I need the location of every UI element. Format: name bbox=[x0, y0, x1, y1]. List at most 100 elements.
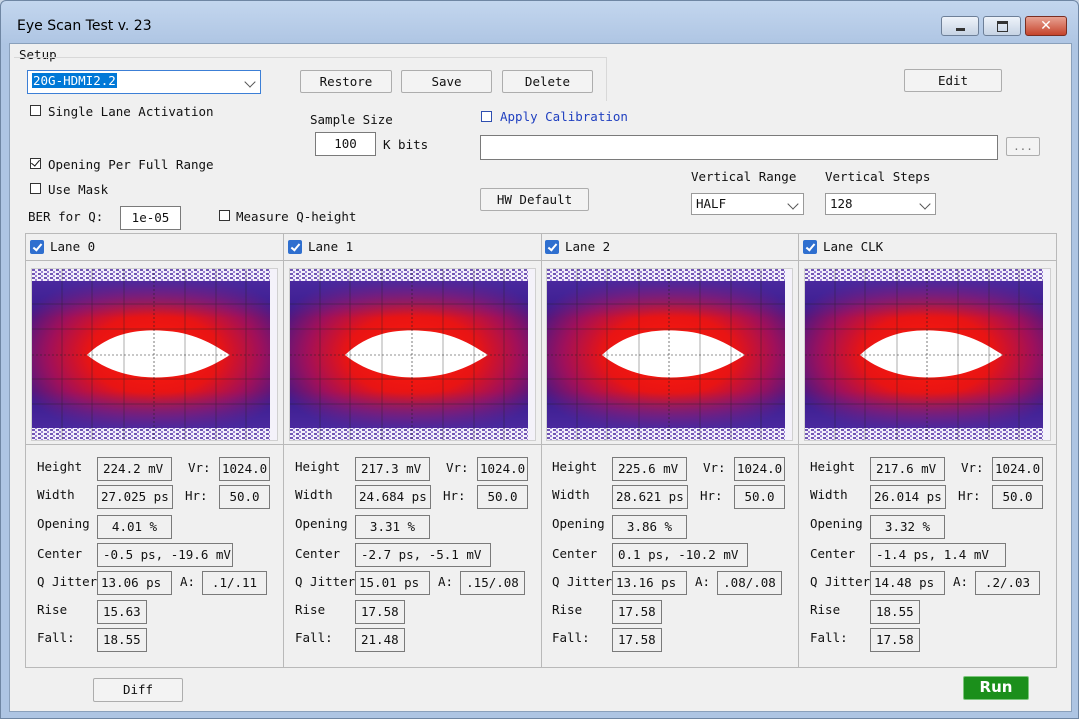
lane-stats: Height 224.2 mV Vr: 1024.0 Width 27.025 … bbox=[26, 444, 283, 668]
lane-name: Lane 0 bbox=[50, 239, 96, 254]
eye-diagram bbox=[289, 268, 536, 441]
setup-divider-v bbox=[606, 57, 607, 101]
diff-button[interactable]: Diff bbox=[93, 678, 183, 702]
a-label: A: bbox=[438, 574, 454, 589]
ber-field[interactable]: 1e-05 bbox=[120, 206, 181, 230]
eye-diagram-plot bbox=[805, 269, 1050, 440]
maximize-icon bbox=[996, 20, 1008, 32]
vr-value: 1024.0 bbox=[219, 457, 270, 481]
chevron-down-icon bbox=[787, 198, 799, 210]
minimize-button[interactable] bbox=[941, 16, 979, 36]
use-mask-checkbox[interactable] bbox=[30, 183, 41, 194]
vr-value: 1024.0 bbox=[734, 457, 785, 481]
sample-size-field[interactable]: 100 bbox=[315, 132, 376, 156]
measure-q-checkbox[interactable] bbox=[219, 210, 230, 221]
lane-stats: Height 217.6 mV Vr: 1024.0 Width 26.014 … bbox=[799, 444, 1057, 668]
width-value: 24.684 ps bbox=[355, 485, 431, 509]
qjitter-value: 15.01 ps bbox=[355, 571, 430, 595]
setup-group-label: Setup bbox=[19, 47, 57, 62]
vr-label: Vr: bbox=[188, 460, 211, 475]
vr-label: Vr: bbox=[446, 460, 469, 475]
center-label: Center bbox=[37, 546, 83, 561]
profile-select[interactable]: 20G-HDMI2.2 bbox=[27, 70, 261, 94]
hr-value: 50.0 bbox=[219, 485, 270, 509]
hr-value: 50.0 bbox=[477, 485, 528, 509]
maximize-button[interactable] bbox=[983, 16, 1021, 36]
center-label: Center bbox=[810, 546, 856, 561]
use-mask-label: Use Mask bbox=[48, 182, 109, 197]
opening-value: 4.01 % bbox=[97, 515, 172, 539]
restore-button[interactable]: Restore bbox=[300, 70, 392, 93]
run-button[interactable]: Run bbox=[963, 676, 1029, 700]
apply-calibration-checkbox[interactable] bbox=[481, 111, 492, 122]
qjitter-label: Q Jitter bbox=[810, 574, 871, 589]
center-label: Center bbox=[295, 546, 341, 561]
lane-checkbox[interactable] bbox=[30, 240, 44, 254]
opening-value: 3.32 % bbox=[870, 515, 945, 539]
lane-name: Lane 2 bbox=[565, 239, 611, 254]
a-label: A: bbox=[953, 574, 969, 589]
setup-divider bbox=[14, 57, 606, 58]
center-label: Center bbox=[552, 546, 598, 561]
lane-stats: Height 217.3 mV Vr: 1024.0 Width 24.684 … bbox=[284, 444, 541, 668]
rise-label: Rise bbox=[810, 602, 841, 617]
check-icon bbox=[805, 241, 816, 252]
lane-checkbox[interactable] bbox=[803, 240, 817, 254]
apply-calibration-label: Apply Calibration bbox=[500, 109, 628, 124]
height-value: 224.2 mV bbox=[97, 457, 172, 481]
close-button[interactable]: ✕ bbox=[1025, 16, 1067, 36]
rise-label: Rise bbox=[37, 602, 68, 617]
profile-value: 20G-HDMI2.2 bbox=[32, 73, 117, 88]
delete-button[interactable]: Delete bbox=[502, 70, 593, 93]
height-value: 217.3 mV bbox=[355, 457, 430, 481]
opening-label: Opening bbox=[552, 516, 605, 531]
eye-diagram bbox=[804, 268, 1051, 441]
lane-name: Lane CLK bbox=[823, 239, 884, 254]
height-label: Height bbox=[810, 459, 856, 474]
lane-panel: Lane CLK Height 217.6 mV Vr: 1024.0 Widt… bbox=[799, 234, 1057, 667]
qjitter-value: 14.48 ps bbox=[870, 571, 945, 595]
a-value: .08/.08 bbox=[717, 571, 782, 595]
opening-value: 3.86 % bbox=[612, 515, 687, 539]
height-label: Height bbox=[295, 459, 341, 474]
browse-button[interactable]: ... bbox=[1006, 137, 1040, 156]
a-value: .15/.08 bbox=[460, 571, 525, 595]
hr-value: 50.0 bbox=[734, 485, 785, 509]
height-label: Height bbox=[37, 459, 83, 474]
a-value: .2/.03 bbox=[975, 571, 1040, 595]
width-value: 27.025 ps bbox=[97, 485, 173, 509]
center-value: -2.7 ps, -5.1 mV bbox=[355, 543, 491, 567]
eye-diagram-plot bbox=[547, 269, 792, 440]
edit-button[interactable]: Edit bbox=[904, 69, 1002, 92]
opening-label: Opening bbox=[37, 516, 90, 531]
qjitter-value: 13.16 ps bbox=[612, 571, 687, 595]
fall-label: Fall: bbox=[552, 630, 590, 645]
width-label: Width bbox=[552, 487, 590, 502]
rise-value: 17.58 bbox=[612, 600, 662, 624]
ber-label: BER for Q: bbox=[28, 209, 104, 224]
lane-checkbox[interactable] bbox=[288, 240, 302, 254]
opening-full-range-checkbox[interactable] bbox=[30, 157, 41, 169]
width-label: Width bbox=[37, 487, 75, 502]
hw-default-button[interactable]: HW Default bbox=[480, 188, 589, 211]
sample-unit-label: K bits bbox=[383, 137, 429, 152]
measure-q-label: Measure Q-height bbox=[236, 209, 357, 224]
chevron-down-icon bbox=[244, 76, 256, 88]
chevron-down-icon bbox=[919, 198, 931, 210]
vertical-range-select[interactable]: HALF bbox=[691, 193, 804, 215]
fall-value: 17.58 bbox=[870, 628, 920, 652]
single-lane-checkbox[interactable] bbox=[30, 105, 41, 116]
rise-label: Rise bbox=[552, 602, 583, 617]
window-title: Eye Scan Test v. 23 bbox=[17, 18, 152, 34]
lane-panel: Lane 1 Height 217.3 mV Vr: 1024.0 Width … bbox=[284, 234, 542, 667]
vertical-steps-select[interactable]: 128 bbox=[825, 193, 936, 215]
hr-label: Hr: bbox=[185, 488, 208, 503]
calibration-path-input[interactable] bbox=[480, 135, 998, 160]
hr-value: 50.0 bbox=[992, 485, 1043, 509]
opening-label: Opening bbox=[810, 516, 863, 531]
vertical-steps-label: Vertical Steps bbox=[825, 169, 931, 184]
title-bar: Eye Scan Test v. 23 ✕ bbox=[1, 1, 1078, 45]
save-button[interactable]: Save bbox=[401, 70, 492, 93]
check-icon bbox=[31, 157, 40, 167]
lane-checkbox[interactable] bbox=[545, 240, 559, 254]
